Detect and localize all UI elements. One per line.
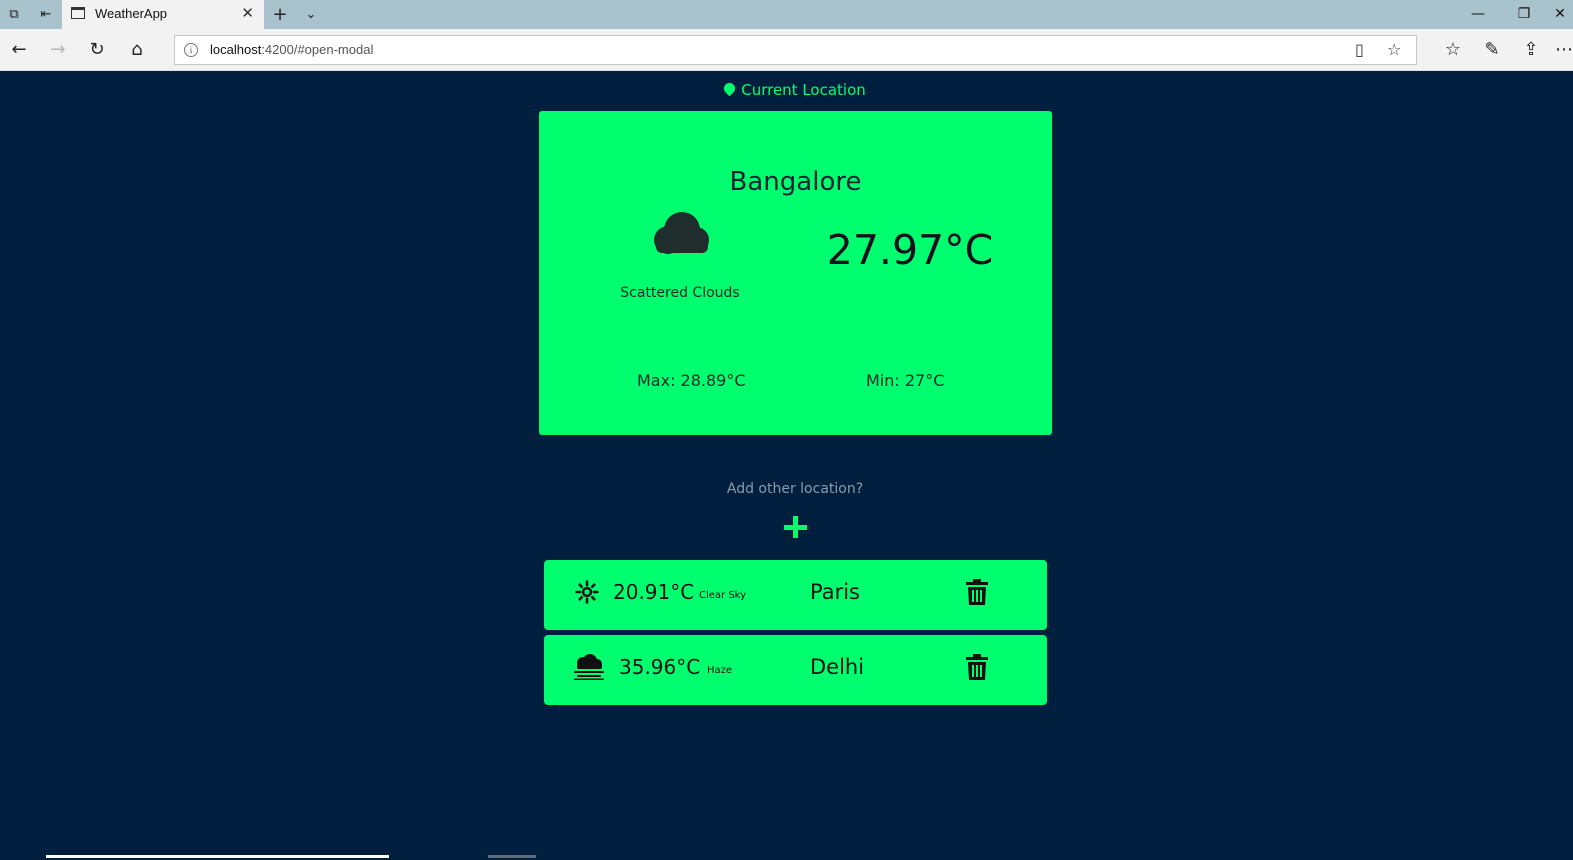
- weather-condition: Scattered Clouds: [620, 285, 740, 301]
- tabs-aside-icon[interactable]: ⇤: [36, 5, 56, 25]
- share-icon[interactable]: ⇪: [1519, 38, 1543, 62]
- favorite-star-icon[interactable]: ☆: [1387, 40, 1401, 59]
- browser-navbar: ← → ↻ ⌂ i localhost:4200/#open-modal ▯ ☆…: [0, 29, 1573, 71]
- tab-close-icon[interactable]: ✕: [241, 4, 254, 22]
- reading-view-icon[interactable]: ▯: [1355, 40, 1364, 59]
- location-temperature: 20.91°C: [613, 580, 695, 604]
- location-condition: Haze: [707, 665, 733, 676]
- favorites-list-icon[interactable]: ☆: [1441, 38, 1465, 62]
- location-condition: Clear Sky: [699, 590, 747, 601]
- page-icon: [71, 7, 85, 19]
- weather-page: Current Location Bangalore Scattered Clo…: [0, 71, 1573, 860]
- close-window-button[interactable]: ✕: [1547, 0, 1573, 29]
- haze-icon: [574, 654, 604, 680]
- url-text[interactable]: localhost:4200/#open-modal: [210, 42, 373, 57]
- cloud-icon: [654, 212, 709, 254]
- sun-icon: [575, 580, 599, 604]
- min-temperature: Min: 27°C: [866, 371, 945, 390]
- current-location-label: Current Location: [0, 80, 1573, 99]
- delete-trash-icon[interactable]: [966, 579, 988, 605]
- location-city: Paris: [810, 580, 860, 604]
- address-bar[interactable]: i localhost:4200/#open-modal ▯ ☆: [174, 35, 1417, 65]
- back-arrow-icon[interactable]: ←: [7, 38, 31, 62]
- current-weather-card: Bangalore Scattered Clouds 27.97°C Max: …: [539, 111, 1052, 435]
- location-pin-icon: [721, 80, 738, 97]
- refresh-icon[interactable]: ↻: [85, 38, 109, 62]
- restore-button[interactable]: ❐: [1501, 0, 1547, 29]
- delete-trash-icon[interactable]: [966, 654, 988, 680]
- home-icon[interactable]: ⌂: [125, 38, 149, 62]
- page-scroll-indicator-secondary: [488, 855, 536, 858]
- tab-manager-icon[interactable]: ⧉: [4, 5, 24, 25]
- new-tab-icon[interactable]: +: [270, 5, 290, 25]
- max-temperature: Max: 28.89°C: [637, 371, 746, 390]
- add-location-button[interactable]: [784, 516, 808, 540]
- forward-arrow-icon[interactable]: →: [46, 38, 70, 62]
- location-temperature: 35.96°C: [619, 655, 701, 679]
- add-location-prompt: Add other location?: [726, 481, 864, 497]
- tab-list-chevron-icon[interactable]: ⌄: [301, 5, 321, 25]
- tab-title: WeatherApp: [95, 6, 168, 21]
- location-card-paris: 20.91°C Clear Sky Paris: [544, 560, 1047, 630]
- browser-tab[interactable]: WeatherApp ✕: [62, 0, 264, 29]
- info-icon[interactable]: i: [184, 43, 198, 57]
- minimize-button[interactable]: —: [1455, 0, 1501, 29]
- browser-titlebar: ⧉ ⇤ WeatherApp ✕ + ⌄ — ❐ ✕: [0, 0, 1573, 29]
- current-temperature: 27.97°C: [826, 226, 994, 274]
- pen-icon[interactable]: ✎: [1480, 38, 1504, 62]
- location-city: Delhi: [810, 655, 865, 679]
- location-card-delhi: 35.96°C Haze Delhi: [544, 635, 1047, 705]
- page-scroll-indicator: [46, 855, 389, 858]
- city-name: Bangalore: [729, 167, 862, 197]
- more-icon[interactable]: ⋯: [1555, 38, 1573, 62]
